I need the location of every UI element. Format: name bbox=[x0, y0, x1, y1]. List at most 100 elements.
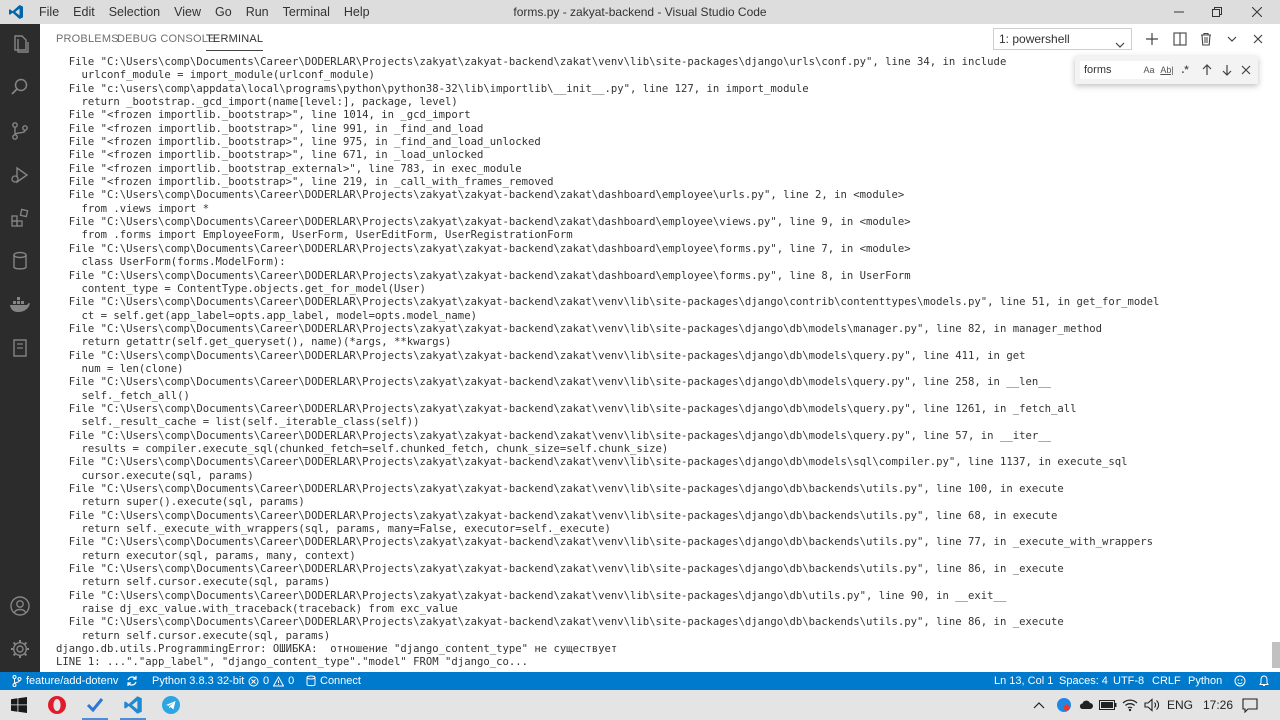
notifications-bell-icon[interactable] bbox=[1258, 672, 1270, 690]
activity-bar bbox=[0, 24, 40, 672]
search-icon[interactable] bbox=[0, 67, 40, 107]
panel-header: PROBLEMS DEBUG CONSOLE TERMINAL 1: power… bbox=[40, 24, 1280, 54]
menu-file[interactable]: File bbox=[32, 0, 66, 24]
terminal-output[interactable]: File "C:\Users\comp\Documents\Career\DOD… bbox=[40, 54, 1272, 672]
language-mode[interactable]: Python bbox=[1188, 672, 1222, 690]
language-indicator[interactable]: ENG bbox=[1162, 690, 1198, 720]
menu-bar: File Edit Selection View Go Run Terminal… bbox=[32, 0, 377, 24]
terminal-line: File "C:\Users\comp\Documents\Career\DOD… bbox=[56, 296, 1160, 309]
error-count: 0 bbox=[263, 675, 270, 687]
match-case-toggle[interactable]: Aa bbox=[1141, 61, 1157, 79]
volume-icon[interactable] bbox=[1142, 690, 1162, 720]
windows-start-icon[interactable] bbox=[0, 690, 38, 720]
connect-label: Connect bbox=[320, 675, 361, 687]
terminal-line: class UserForm(forms.ModelForm): bbox=[56, 256, 286, 269]
chevron-down-icon bbox=[1115, 35, 1125, 55]
menu-go[interactable]: Go bbox=[208, 0, 239, 24]
connect-status[interactable]: Connect bbox=[306, 672, 361, 690]
terminal-line: File "C:\Users\comp\Documents\Career\DOD… bbox=[56, 322, 1102, 335]
terminal-line: django.db.utils.ProgrammingError: ОШИБКА… bbox=[56, 643, 618, 656]
maximize-panel-chevron-icon[interactable] bbox=[1221, 28, 1243, 50]
find-previous-arrow-up-icon[interactable] bbox=[1197, 60, 1217, 80]
warning-count: 0 bbox=[288, 675, 295, 687]
terminal-line: num = len(clone) bbox=[56, 362, 184, 375]
opera-browser-icon[interactable] bbox=[38, 690, 76, 720]
terminal-line: File "<frozen importlib._bootstrap_exter… bbox=[56, 162, 522, 175]
terminal-line: File "C:\Users\comp\Documents\Career\DOD… bbox=[56, 402, 1077, 415]
tab-terminal[interactable]: TERMINAL bbox=[206, 24, 264, 54]
telegram-icon[interactable] bbox=[152, 690, 190, 720]
menu-edit[interactable]: Edit bbox=[66, 0, 102, 24]
regex-toggle[interactable]: .* bbox=[1177, 61, 1193, 79]
terminal-line: File "<frozen importlib._bootstrap>", li… bbox=[56, 122, 484, 135]
find-next-arrow-down-icon[interactable] bbox=[1217, 60, 1237, 80]
close-window-button[interactable] bbox=[1234, 0, 1280, 24]
menu-terminal[interactable]: Terminal bbox=[276, 0, 337, 24]
problems-status[interactable]: 0 0 bbox=[248, 672, 294, 690]
python-interpreter[interactable]: Python 3.8.3 32-bit bbox=[152, 672, 244, 690]
terminal-line: cursor.execute(sql, params) bbox=[56, 469, 254, 482]
terminal-line: File "<frozen importlib._bootstrap>", li… bbox=[56, 149, 484, 162]
docker-icon[interactable] bbox=[0, 285, 40, 325]
cloud-sync-icon[interactable] bbox=[1076, 690, 1096, 720]
settings-gear-icon[interactable] bbox=[0, 629, 40, 669]
terminal-line: return self.cursor.execute(sql, params) bbox=[56, 576, 331, 589]
clock[interactable]: 17:26 bbox=[1198, 690, 1238, 720]
tab-debug-console[interactable]: DEBUG CONSOLE bbox=[117, 24, 216, 54]
cursor-position[interactable]: Ln 13, Col 1 bbox=[994, 672, 1053, 690]
error-icon bbox=[248, 676, 259, 686]
account-icon[interactable] bbox=[0, 586, 40, 626]
terminal-line: File "<frozen importlib._bootstrap>", li… bbox=[56, 176, 554, 189]
encoding[interactable]: UTF-8 bbox=[1113, 672, 1144, 690]
tab-problems[interactable]: PROBLEMS bbox=[56, 24, 119, 54]
indentation[interactable]: Spaces: 4 bbox=[1059, 672, 1108, 690]
terminal-line: File "C:\Users\comp\Documents\Career\DOD… bbox=[56, 349, 1026, 362]
terminal-line: File "C:\Users\comp\Documents\Career\DOD… bbox=[56, 589, 1007, 602]
new-terminal-icon[interactable] bbox=[1141, 28, 1163, 50]
menu-selection[interactable]: Selection bbox=[102, 0, 167, 24]
close-panel-icon[interactable] bbox=[1247, 28, 1269, 50]
menu-view[interactable]: View bbox=[167, 0, 208, 24]
source-control-icon[interactable] bbox=[0, 111, 40, 151]
end-of-line[interactable]: CRLF bbox=[1152, 672, 1181, 690]
database-connect-icon bbox=[306, 675, 316, 687]
run-debug-icon[interactable] bbox=[0, 155, 40, 195]
minimize-button[interactable] bbox=[1158, 0, 1200, 24]
terminal-select[interactable]: 1: powershell bbox=[993, 28, 1132, 50]
terminal-scrollbar[interactable] bbox=[1272, 642, 1280, 668]
terminal-line: return super().execute(sql, params) bbox=[56, 496, 305, 509]
branch-name: feature/add-dotenv bbox=[26, 675, 119, 687]
whole-word-toggle[interactable]: Ab| bbox=[1159, 61, 1175, 79]
todo-check-icon[interactable] bbox=[76, 690, 114, 720]
trash-icon[interactable] bbox=[1195, 28, 1217, 50]
terminal-line: File "C:\Users\comp\Documents\Career\DOD… bbox=[56, 189, 905, 202]
feedback-icon[interactable] bbox=[1234, 672, 1246, 690]
split-terminal-icon[interactable] bbox=[1169, 28, 1191, 50]
window-controls bbox=[1158, 0, 1280, 24]
close-find-icon[interactable] bbox=[1236, 60, 1256, 80]
terminal-line: raise dj_exc_value.with_traceback(traceb… bbox=[56, 603, 458, 616]
terminal-line: File "C:\Users\comp\Documents\Career\DOD… bbox=[56, 616, 1064, 629]
menu-help[interactable]: Help bbox=[337, 0, 377, 24]
menu-run[interactable]: Run bbox=[239, 0, 276, 24]
action-center-icon[interactable] bbox=[1238, 690, 1262, 720]
terminal-line: File "C:\Users\comp\Documents\Career\DOD… bbox=[56, 216, 911, 229]
app-tray-blue-icon[interactable] bbox=[1054, 690, 1074, 720]
sync-icon[interactable] bbox=[126, 672, 138, 690]
explorer-icon[interactable] bbox=[0, 24, 40, 64]
extensions-icon[interactable] bbox=[0, 198, 40, 238]
tray-chevron-up-icon[interactable] bbox=[1030, 690, 1048, 720]
battery-icon[interactable] bbox=[1098, 690, 1118, 720]
restore-button[interactable] bbox=[1200, 0, 1234, 24]
branch-status[interactable]: feature/add-dotenv bbox=[12, 672, 118, 690]
terminal-line: File "C:\Users\comp\Documents\Career\DOD… bbox=[56, 509, 1058, 522]
database-icon[interactable] bbox=[0, 241, 40, 281]
terminal-line: File "C:\Users\comp\Documents\Career\DOD… bbox=[56, 376, 1051, 389]
terminal-line: return executor(sql, params, many, conte… bbox=[56, 549, 356, 562]
wifi-icon[interactable] bbox=[1120, 690, 1140, 720]
git-branch-icon bbox=[12, 675, 22, 687]
find-input[interactable] bbox=[1079, 60, 1171, 80]
vscode-taskbar-icon[interactable] bbox=[114, 690, 152, 720]
terminal-select-value: 1: powershell bbox=[999, 32, 1070, 46]
notebook-icon[interactable] bbox=[0, 328, 40, 368]
